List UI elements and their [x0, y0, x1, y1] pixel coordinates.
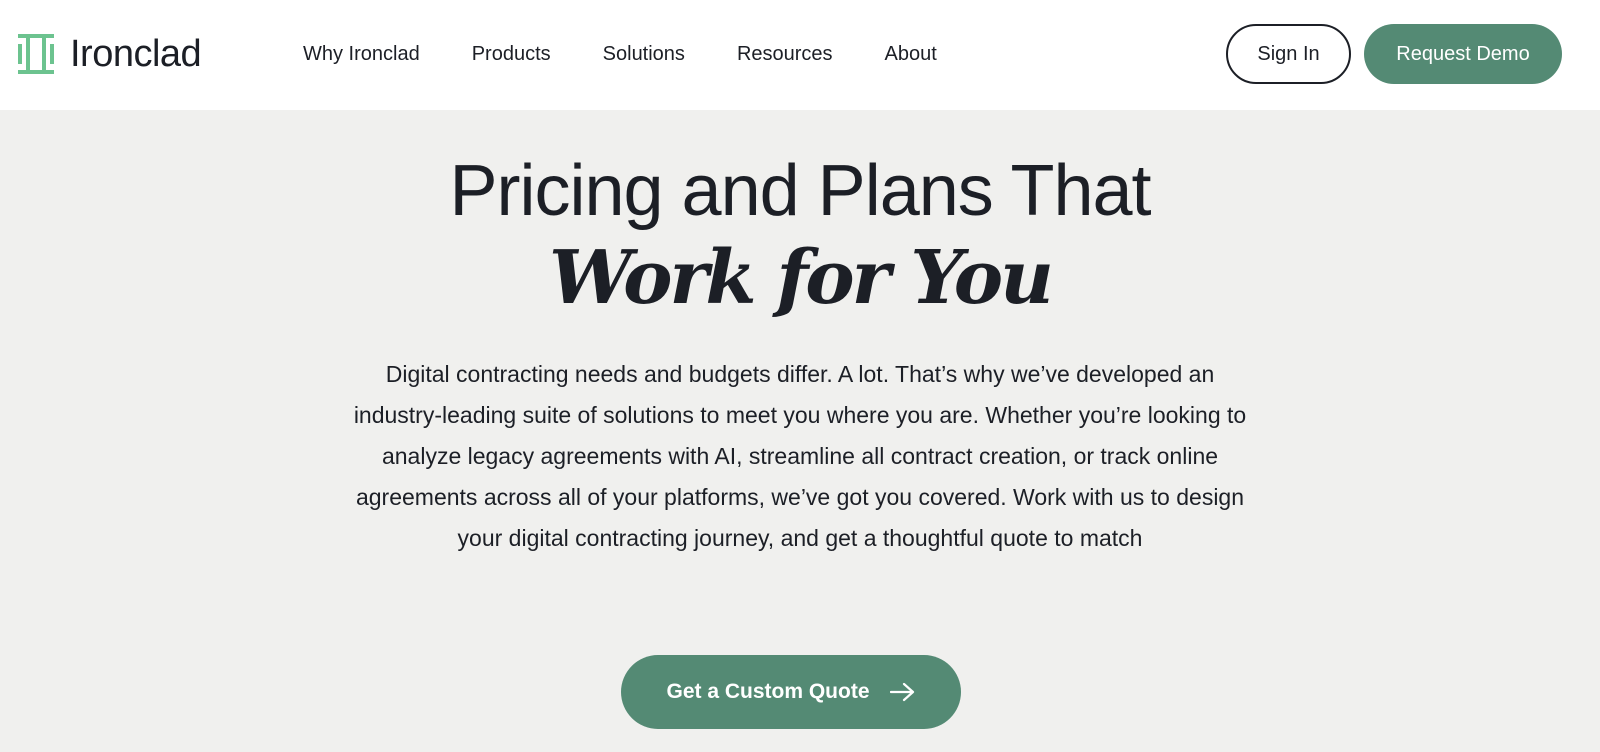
get-custom-quote-label: Get a Custom Quote: [666, 680, 870, 703]
nav-item-resources[interactable]: Resources: [737, 40, 833, 68]
nav-item-about[interactable]: About: [885, 40, 937, 68]
arrow-right-icon: [889, 682, 914, 702]
page-title: Pricing and Plans That Work for You: [0, 150, 1600, 324]
page-title-line2: Work for You: [549, 235, 1054, 321]
brand-name: Ironclad: [70, 33, 202, 75]
get-custom-quote-button[interactable]: Get a Custom Quote: [621, 655, 961, 729]
logo[interactable]: Ironclad: [18, 33, 202, 75]
main-nav: Why Ironclad Products Solutions Resource…: [303, 40, 989, 68]
nav-item-products[interactable]: Products: [472, 40, 551, 68]
nav-item-solutions[interactable]: Solutions: [603, 40, 685, 68]
hero-description: Digital contracting needs and budgets di…: [353, 361, 1247, 551]
page-title-line1: Pricing and Plans That: [449, 151, 1151, 231]
nav-item-why-ironclad[interactable]: Why Ironclad: [303, 40, 420, 68]
site-header: Ironclad Why Ironclad Products Solutions…: [0, 0, 1600, 110]
hero-section: Pricing and Plans That Work for You Digi…: [0, 110, 1600, 729]
sign-in-button[interactable]: Sign In: [1226, 24, 1351, 84]
ironclad-logo-icon: [18, 34, 54, 74]
request-demo-button[interactable]: Request Demo: [1364, 24, 1562, 84]
